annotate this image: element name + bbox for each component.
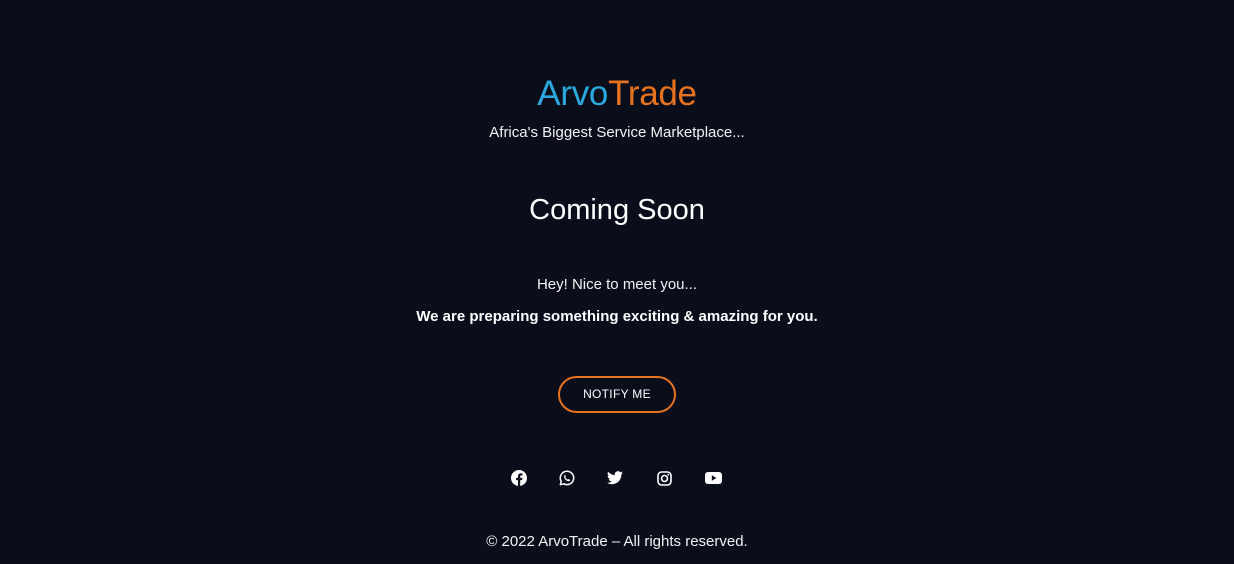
notify-me-button[interactable]: NOTIFY ME: [558, 376, 676, 413]
announcement-text: We are preparing something exciting & am…: [416, 308, 818, 325]
youtube-link[interactable]: [703, 468, 723, 488]
logo-text-arvo: Arvo: [537, 74, 609, 113]
twitter-icon: [607, 471, 623, 485]
greeting-text: Hey! Nice to meet you...: [536, 276, 698, 293]
page-title: Coming Soon: [529, 194, 705, 226]
instagram-icon: [656, 470, 672, 486]
facebook-link[interactable]: [509, 468, 529, 488]
whatsapp-icon: [559, 470, 575, 486]
footer-copyright: © 2022 ArvoTrade – All rights reserved.: [486, 533, 748, 550]
brand-logo: ArvoTrade: [0, 74, 1234, 114]
youtube-icon: [704, 472, 722, 484]
brand-tagline: Africa's Biggest Service Marketplace...: [489, 124, 745, 141]
instagram-link[interactable]: [654, 468, 674, 488]
logo-text-trade: Trade: [608, 74, 697, 113]
facebook-icon: [511, 470, 527, 486]
coming-soon-page: ArvoTrade Africa's Biggest Service Marke…: [0, 0, 1234, 564]
social-links: [0, 468, 1234, 488]
twitter-link[interactable]: [605, 468, 625, 488]
whatsapp-link[interactable]: [557, 468, 577, 488]
notify-container: NOTIFY ME: [0, 376, 1234, 413]
